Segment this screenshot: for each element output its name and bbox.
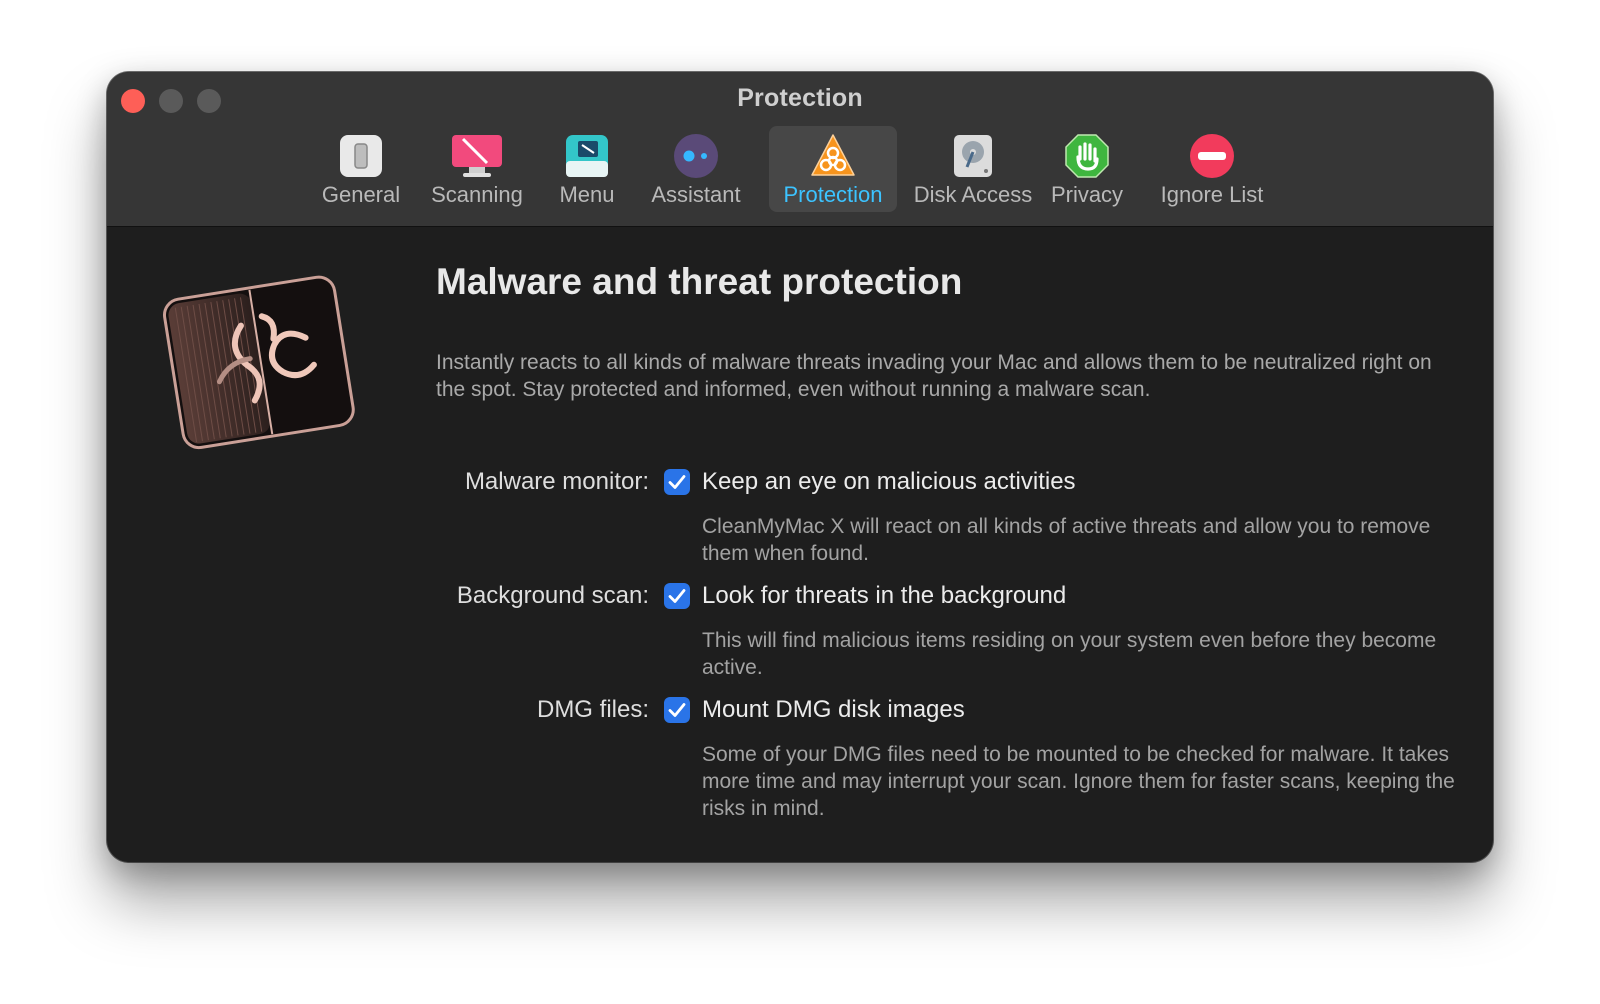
background-scan-description: This will find malicious items residing … [702,629,1437,679]
tab-menu[interactable]: Menu [552,126,622,212]
tab-label: Privacy [1050,182,1124,207]
assistant-icon [673,133,719,179]
tab-label: Disk Access [913,182,1033,207]
tab-label: Scanning [431,182,523,207]
tab-label: Ignore List [1160,182,1264,207]
protection-pane: Malware and threat protection Instantly … [107,227,1493,862]
tab-assistant[interactable]: Assistant [644,126,748,212]
background-scan-checkbox[interactable] [664,583,690,609]
page-description: Instantly reacts to all kinds of malware… [436,351,1432,401]
tab-disk-access[interactable]: Disk Access [910,126,1036,212]
title-bar: Protection General Scanning Menu Assista… [107,72,1493,227]
dmg-files-description: Some of your DMG files need to be mounte… [702,743,1455,820]
window-title: Protection [737,84,863,112]
dmg-files-option-title[interactable]: Mount DMG disk images [702,696,965,724]
checkmark-icon [668,589,686,603]
tab-privacy[interactable]: Privacy [1045,126,1129,212]
preferences-window: Protection General Scanning Menu Assista… [107,72,1493,862]
checkmark-icon [668,703,686,717]
monitor-icon [451,133,503,179]
dmg-files-label: DMG files: [536,696,649,723]
page-heading: Malware and threat protection [436,261,963,302]
hand-icon [1064,133,1110,179]
tab-ignore-list[interactable]: Ignore List [1153,126,1271,212]
biohazard-icon [810,133,856,179]
tab-general[interactable]: General [319,126,403,212]
tab-label: Protection [783,182,883,207]
tab-label: General [321,182,401,207]
tab-label: Menu [559,182,615,207]
no-entry-icon [1189,133,1235,179]
protection-module-icon [159,261,364,466]
switch-icon [338,133,384,179]
tab-protection[interactable]: Protection [769,126,897,212]
tab-scanning[interactable]: Scanning [425,126,529,212]
background-scan-option-title[interactable]: Look for threats in the background [702,582,1066,610]
tab-label: Assistant [651,182,741,207]
preferences-toolbar: General Scanning Menu Assistant Protecti… [107,126,1493,216]
malware-monitor-description: CleanMyMac X will react on all kinds of … [702,515,1431,565]
menu-icon [564,133,610,179]
dmg-files-checkbox[interactable] [664,697,690,723]
malware-monitor-label: Malware monitor: [464,468,649,495]
malware-monitor-option-title[interactable]: Keep an eye on malicious activities [702,468,1076,496]
malware-monitor-checkbox[interactable] [664,469,690,495]
checkmark-icon [668,475,686,489]
disk-icon [950,133,996,179]
background-scan-label: Background scan: [456,582,649,609]
